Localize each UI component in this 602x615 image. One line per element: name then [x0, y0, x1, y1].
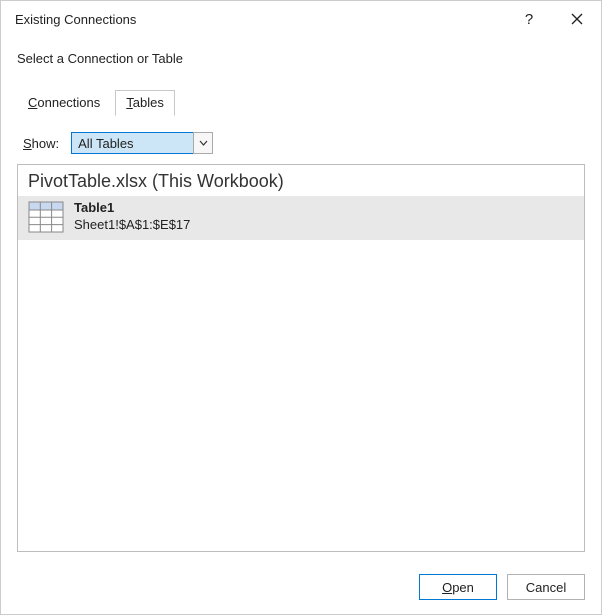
show-combobox-value: All Tables — [71, 132, 193, 154]
list-item-title: Table1 — [74, 200, 190, 217]
titlebar-controls: ? — [519, 9, 591, 29]
dialog-content: Select a Connection or Table Connections… — [1, 37, 601, 562]
group-header: PivotTable.xlsx (This Workbook) — [18, 165, 584, 196]
open-button[interactable]: Open — [419, 574, 497, 600]
show-label: Show: — [23, 136, 59, 151]
tab-tables[interactable]: Tables — [115, 90, 175, 116]
close-icon — [571, 13, 583, 25]
show-combobox-button[interactable] — [193, 132, 213, 154]
dialog-existing-connections: Existing Connections ? Select a Connecti… — [0, 0, 602, 615]
tables-list-panel: PivotTable.xlsx (This Workbook) Table1 S… — [17, 164, 585, 552]
tab-bar: Connections Tables — [17, 90, 585, 116]
list-item[interactable]: Table1 Sheet1!$A$1:$E$17 — [18, 196, 584, 240]
dialog-title: Existing Connections — [15, 12, 519, 27]
cancel-button[interactable]: Cancel — [507, 574, 585, 600]
list-item-text: Table1 Sheet1!$A$1:$E$17 — [74, 200, 190, 234]
help-button[interactable]: ? — [519, 9, 539, 29]
titlebar: Existing Connections ? — [1, 1, 601, 37]
help-icon: ? — [525, 11, 533, 28]
table-icon — [28, 201, 64, 233]
show-row: Show: All Tables — [23, 132, 585, 154]
dialog-subtitle: Select a Connection or Table — [17, 51, 585, 66]
list-item-subtitle: Sheet1!$A$1:$E$17 — [74, 217, 190, 234]
close-button[interactable] — [567, 9, 587, 29]
dialog-footer: Open Cancel — [1, 562, 601, 614]
chevron-down-icon — [199, 140, 208, 146]
tab-connections[interactable]: Connections — [17, 90, 111, 116]
show-combobox[interactable]: All Tables — [71, 132, 213, 154]
